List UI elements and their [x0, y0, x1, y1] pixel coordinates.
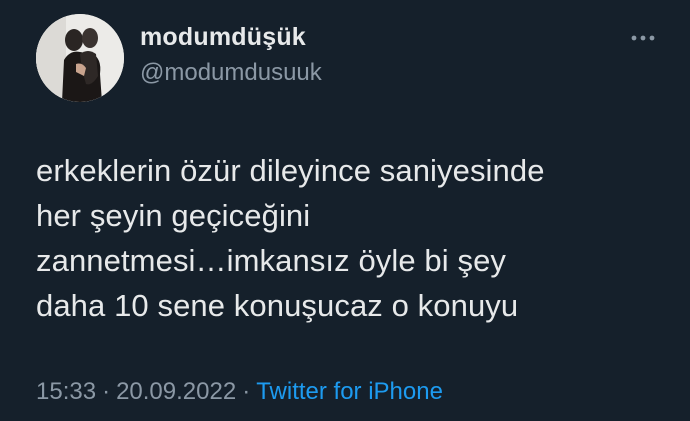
tweet-source-link[interactable]: Twitter for iPhone — [256, 378, 443, 405]
tweet-card: modumdüşük @modumdusuuk erkeklerin özür … — [0, 0, 690, 421]
more-options-icon[interactable] — [626, 28, 660, 48]
meta-separator: · — [242, 378, 251, 405]
tweet-time[interactable]: 15:33 — [36, 378, 96, 405]
user-handle[interactable]: @modumdusuuk — [140, 59, 322, 87]
avatar[interactable] — [36, 14, 124, 102]
display-name[interactable]: modumdüşük — [140, 23, 306, 52]
tweet-date[interactable]: 20.09.2022 — [116, 378, 236, 405]
tweet-metadata: 15:33 · 20.09.2022 · Twitter for iPhone — [36, 378, 443, 406]
profile-photo-icon — [36, 14, 124, 102]
meta-separator: · — [102, 378, 111, 405]
tweet-text: erkeklerin özür dileyince saniyesinde he… — [36, 153, 545, 323]
